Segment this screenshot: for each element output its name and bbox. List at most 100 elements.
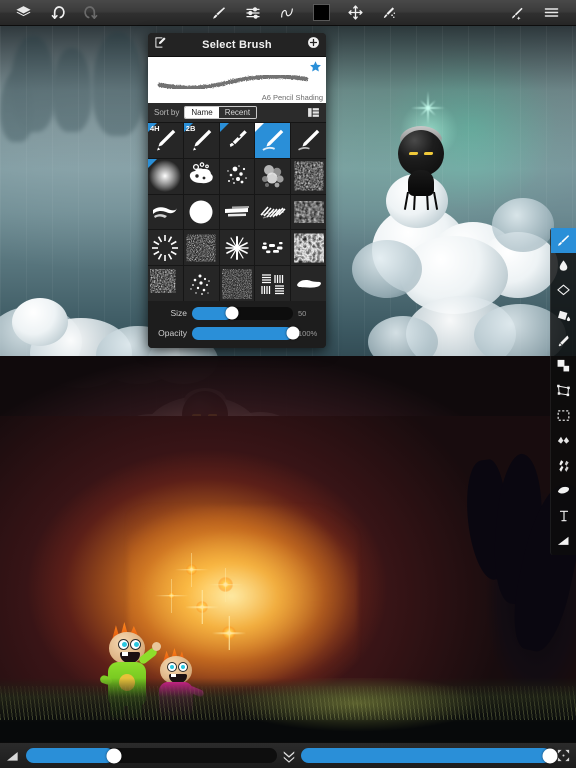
menu-icon[interactable] <box>534 0 568 26</box>
shapes-tool[interactable] <box>551 353 576 378</box>
layers-icon[interactable] <box>6 0 40 26</box>
brush-cell[interactable] <box>291 158 326 194</box>
brush-cell[interactable] <box>219 123 255 158</box>
brush-panel-header: Select Brush <box>148 33 326 57</box>
fine-mist-icon <box>223 270 250 297</box>
ember-4 <box>222 626 236 640</box>
brush-cell[interactable] <box>148 158 183 194</box>
hard-round-icon <box>189 200 213 224</box>
brush-cell[interactable] <box>291 230 326 266</box>
sliders-icon[interactable] <box>236 0 270 26</box>
smudge-tool[interactable] <box>551 253 576 278</box>
size-slider[interactable] <box>192 306 293 320</box>
bottom-size-slider[interactable] <box>26 748 277 763</box>
brush-cell[interactable] <box>219 230 255 266</box>
blend-tool[interactable] <box>551 453 576 478</box>
brush-cell[interactable]: 2B <box>183 123 219 158</box>
sort-segmented-control: Name Recent <box>184 106 258 119</box>
color-swatch[interactable] <box>304 0 338 26</box>
brush-cell[interactable] <box>148 266 183 301</box>
transform-tool[interactable] <box>551 378 576 403</box>
sort-option-recent[interactable]: Recent <box>218 107 257 118</box>
brush-cell[interactable] <box>291 266 326 301</box>
text-tool[interactable] <box>551 503 576 528</box>
sort-by-label: Sort by <box>154 108 180 117</box>
spatter-icon <box>227 165 247 185</box>
topbar-center-group <box>202 0 406 26</box>
right-toolbar <box>550 228 576 555</box>
dash-row-icon <box>261 241 283 253</box>
bokeh-icon <box>261 165 284 188</box>
opacity-slider-row: Opacity 100% <box>154 326 320 341</box>
favorite-corner-icon <box>219 123 229 132</box>
add-icon[interactable] <box>307 36 320 54</box>
topbar-left-group <box>6 0 108 26</box>
ink-tool[interactable] <box>551 478 576 503</box>
edit-icon[interactable] <box>154 36 167 54</box>
selection-tool[interactable] <box>551 403 576 428</box>
brush-label: 4H <box>150 124 160 133</box>
ember-1 <box>186 564 197 575</box>
star-icon[interactable] <box>309 60 322 78</box>
speckle-cluster-icon <box>189 236 214 259</box>
pen-tool[interactable] <box>551 328 576 353</box>
brush-icon[interactable] <box>202 0 236 26</box>
ember-5 <box>168 592 175 599</box>
grass-blades <box>0 686 576 720</box>
brush-cell[interactable] <box>183 158 219 194</box>
ruler-tool[interactable] <box>551 528 576 553</box>
bottom-opacity-slider[interactable] <box>300 748 558 763</box>
radial-burst-icon <box>152 234 179 261</box>
brush-cell[interactable]: 4H <box>148 123 183 158</box>
scatter-edge-icon <box>151 270 174 291</box>
redo-icon <box>74 0 108 26</box>
list-view-icon[interactable] <box>307 106 320 119</box>
size-value: 50 <box>298 308 307 318</box>
sponge-icon <box>190 162 213 184</box>
brush-preview-name: A6 Pencil Shading <box>261 93 323 102</box>
opacity-slider[interactable] <box>192 326 300 340</box>
symmetry-icon[interactable] <box>372 0 406 26</box>
brush-cell[interactable] <box>291 194 326 230</box>
brush-cell[interactable] <box>255 194 291 230</box>
brush-cell[interactable] <box>255 158 291 194</box>
wedge-icon[interactable] <box>5 749 21 763</box>
curve-icon[interactable] <box>270 0 304 26</box>
brush-cell[interactable] <box>183 194 219 230</box>
double-chevron-down-icon[interactable] <box>282 748 296 764</box>
sort-option-name[interactable]: Name <box>185 107 219 118</box>
move-icon[interactable] <box>338 0 372 26</box>
noise-cloud-icon <box>296 164 321 189</box>
brush-cell-selected[interactable] <box>255 123 291 158</box>
brush-grid: 4H 2B <box>148 123 326 301</box>
fill-tool[interactable] <box>551 303 576 328</box>
brush-cell[interactable] <box>255 230 291 266</box>
gradient-tool[interactable] <box>551 428 576 453</box>
bottom-toolbar <box>0 742 576 768</box>
pencil-icon <box>297 130 319 151</box>
brush-cell[interactable] <box>291 123 326 158</box>
brush-label: 2B <box>185 124 196 133</box>
brush-cell[interactable] <box>148 230 183 266</box>
eraser-tool[interactable] <box>551 278 576 303</box>
brush-cell[interactable] <box>255 266 291 301</box>
brush-cell[interactable] <box>219 194 255 230</box>
brush-cell[interactable] <box>183 266 219 301</box>
app-root: Select Brush A6 Pencil Shading Sort by N… <box>0 0 576 768</box>
ember-2 <box>218 577 233 592</box>
star-burst-icon <box>225 235 249 260</box>
size-slider-row: Size 50 <box>154 306 320 321</box>
ribbon-icon <box>153 207 178 218</box>
magic-pen-icon[interactable] <box>500 0 534 26</box>
brush-cell[interactable] <box>148 194 183 230</box>
brush-cell[interactable] <box>183 230 219 266</box>
brush-cell[interactable] <box>219 266 255 301</box>
favorite-corner-icon <box>148 158 157 168</box>
paintbrush-tool[interactable] <box>550 228 576 253</box>
brush-cell[interactable] <box>219 158 255 194</box>
four-dot-grid-icon[interactable] <box>556 748 571 763</box>
shadow-creature-upper <box>390 126 454 216</box>
brush-panel-title: Select Brush <box>202 38 272 51</box>
undo-icon[interactable] <box>40 0 74 26</box>
flat-chisel-icon <box>224 205 249 217</box>
